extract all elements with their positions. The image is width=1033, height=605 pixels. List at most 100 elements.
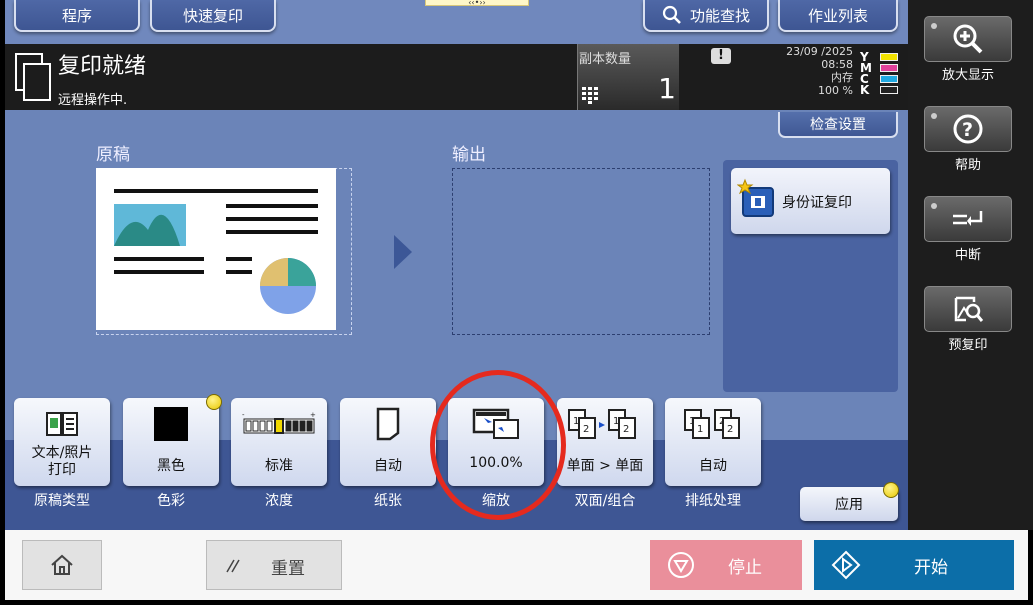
finishing-icon: 1 1 2 2 <box>665 406 761 442</box>
svg-text:2: 2 <box>727 424 733 435</box>
svg-text:-: - <box>242 411 245 419</box>
status-title: 复印就绪 <box>58 54 147 79</box>
help-label: 帮助 <box>954 158 981 173</box>
reset-icon <box>226 559 240 573</box>
original-type-icon <box>14 406 110 442</box>
interrupt-label: 中断 <box>954 248 981 263</box>
memory-label: 内存 <box>831 71 853 84</box>
toner-k-letter: K <box>860 83 870 97</box>
check-settings-button[interactable]: 检查设置 <box>778 112 898 138</box>
svg-text:?: ? <box>962 119 973 141</box>
original-preview <box>96 168 336 330</box>
status-subtitle: 远程操作中. <box>58 93 128 108</box>
job-list-button[interactable]: 作业列表 <box>778 0 898 32</box>
svg-text:2: 2 <box>623 424 629 435</box>
highlight-circle <box>430 370 566 520</box>
start-button[interactable]: 开始 <box>814 540 1014 590</box>
help-button[interactable]: ? <box>924 106 1012 152</box>
help-led <box>931 113 937 119</box>
preview-copy-icon <box>954 296 984 322</box>
stop-icon <box>668 552 694 578</box>
interrupt-icon <box>953 211 983 226</box>
original-type-value: 文本/照片 打印 <box>31 445 93 478</box>
quick-copy-button[interactable]: 快速复印 <box>150 0 276 32</box>
function-search-label: 功能查找 <box>689 6 750 25</box>
start-icon <box>831 550 861 580</box>
keypad-icon <box>582 87 598 104</box>
black-square-icon <box>123 406 219 442</box>
toner-c-bar <box>880 75 898 83</box>
simplex-to-simplex-icon: 1 2 1 2 <box>557 406 653 442</box>
stop-button[interactable]: 停止 <box>650 540 802 590</box>
interrupt-button[interactable] <box>924 196 1012 242</box>
toner-m-bar <box>880 64 898 72</box>
original-type-button[interactable]: 文本/照片 打印 <box>14 398 110 486</box>
interrupt-led <box>931 203 937 209</box>
check-settings-label: 检查设置 <box>810 117 866 133</box>
zoom-display-led <box>931 23 937 29</box>
date-text: 23/09 /2025 <box>786 45 853 58</box>
memory-value: 100 % <box>818 84 853 97</box>
search-icon <box>662 5 681 24</box>
color-button[interactable]: 黑色 <box>123 398 219 486</box>
output-preview <box>452 168 710 335</box>
top-bar <box>5 0 908 44</box>
density-value: 标准 <box>265 458 293 474</box>
apply-indicator-dot <box>883 482 899 498</box>
finishing-label: 排纸处理 <box>685 493 741 509</box>
home-button[interactable] <box>22 540 102 590</box>
start-label: 开始 <box>914 558 948 578</box>
density-label: 浓度 <box>265 493 293 509</box>
output-label: 输出 <box>452 145 486 165</box>
help-icon: ? <box>953 114 983 144</box>
svg-text:2: 2 <box>583 424 589 435</box>
original-document-illustration <box>114 189 318 314</box>
id-card-copy-label: 身份证复印 <box>782 195 852 211</box>
id-card-copy-icon <box>737 178 774 217</box>
magnify-plus-icon <box>953 24 983 54</box>
paper-value: 自动 <box>374 458 402 474</box>
program-button[interactable]: 程序 <box>14 0 140 32</box>
toner-k-bar <box>880 86 898 94</box>
datetime-block: 23/09 /2025 08:58 内存 100 % <box>786 45 853 97</box>
quick-copy-label: 快速复印 <box>182 6 243 25</box>
color-label: 色彩 <box>157 493 185 509</box>
reset-label: 重置 <box>271 559 305 579</box>
copies-label: 副本数量 <box>579 52 632 67</box>
stop-label: 停止 <box>728 558 762 578</box>
zoom-display-label: 放大显示 <box>941 68 994 83</box>
preview-copy-label: 预复印 <box>948 338 988 353</box>
preview-copy-button[interactable] <box>924 286 1012 332</box>
copier-screen: ‹‹•›› 程序 快速复印 功能查找 作业列表 复印就绪 远程操作中. 副本数量… <box>0 0 1033 605</box>
job-list-label: 作业列表 <box>807 6 868 25</box>
arrow-right-icon <box>394 235 412 269</box>
paper-label: 纸张 <box>374 493 402 509</box>
color-indicator-dot <box>206 394 222 410</box>
apply-label: 应用 <box>835 497 863 513</box>
paper-icon <box>340 406 436 442</box>
density-scale-icon: - + <box>231 406 327 442</box>
home-icon <box>51 554 73 575</box>
warning-icon[interactable]: ! <box>711 48 731 64</box>
function-search-button[interactable]: 功能查找 <box>643 0 769 32</box>
finishing-value: 自动 <box>699 458 727 474</box>
copy-mode-icon <box>15 53 51 101</box>
duplex-combine-button[interactable]: 1 2 1 2 单面 > 单面 <box>557 398 653 486</box>
time-text: 08:58 <box>821 58 853 71</box>
finishing-button[interactable]: 1 1 2 2 自动 <box>665 398 761 486</box>
copies-value: 1 <box>658 72 676 105</box>
zoom-display-button[interactable] <box>924 16 1012 62</box>
panel-grip-handle[interactable]: ‹‹•›› <box>425 0 529 7</box>
density-button[interactable]: - + 标准 <box>231 398 327 486</box>
program-label: 程序 <box>61 6 92 25</box>
reset-button[interactable]: 重置 <box>206 540 342 590</box>
toner-y-bar <box>880 53 898 61</box>
original-label: 原稿 <box>96 145 130 165</box>
svg-text:1: 1 <box>697 424 703 435</box>
id-card-copy-button[interactable]: 身份证复印 <box>731 168 890 234</box>
svg-text:+: + <box>310 411 316 419</box>
duplex-combine-value: 单面 > 单面 <box>566 458 644 474</box>
toner-levels: Y M C K <box>860 51 898 97</box>
original-type-label: 原稿类型 <box>34 493 90 509</box>
paper-button[interactable]: 自动 <box>340 398 436 486</box>
